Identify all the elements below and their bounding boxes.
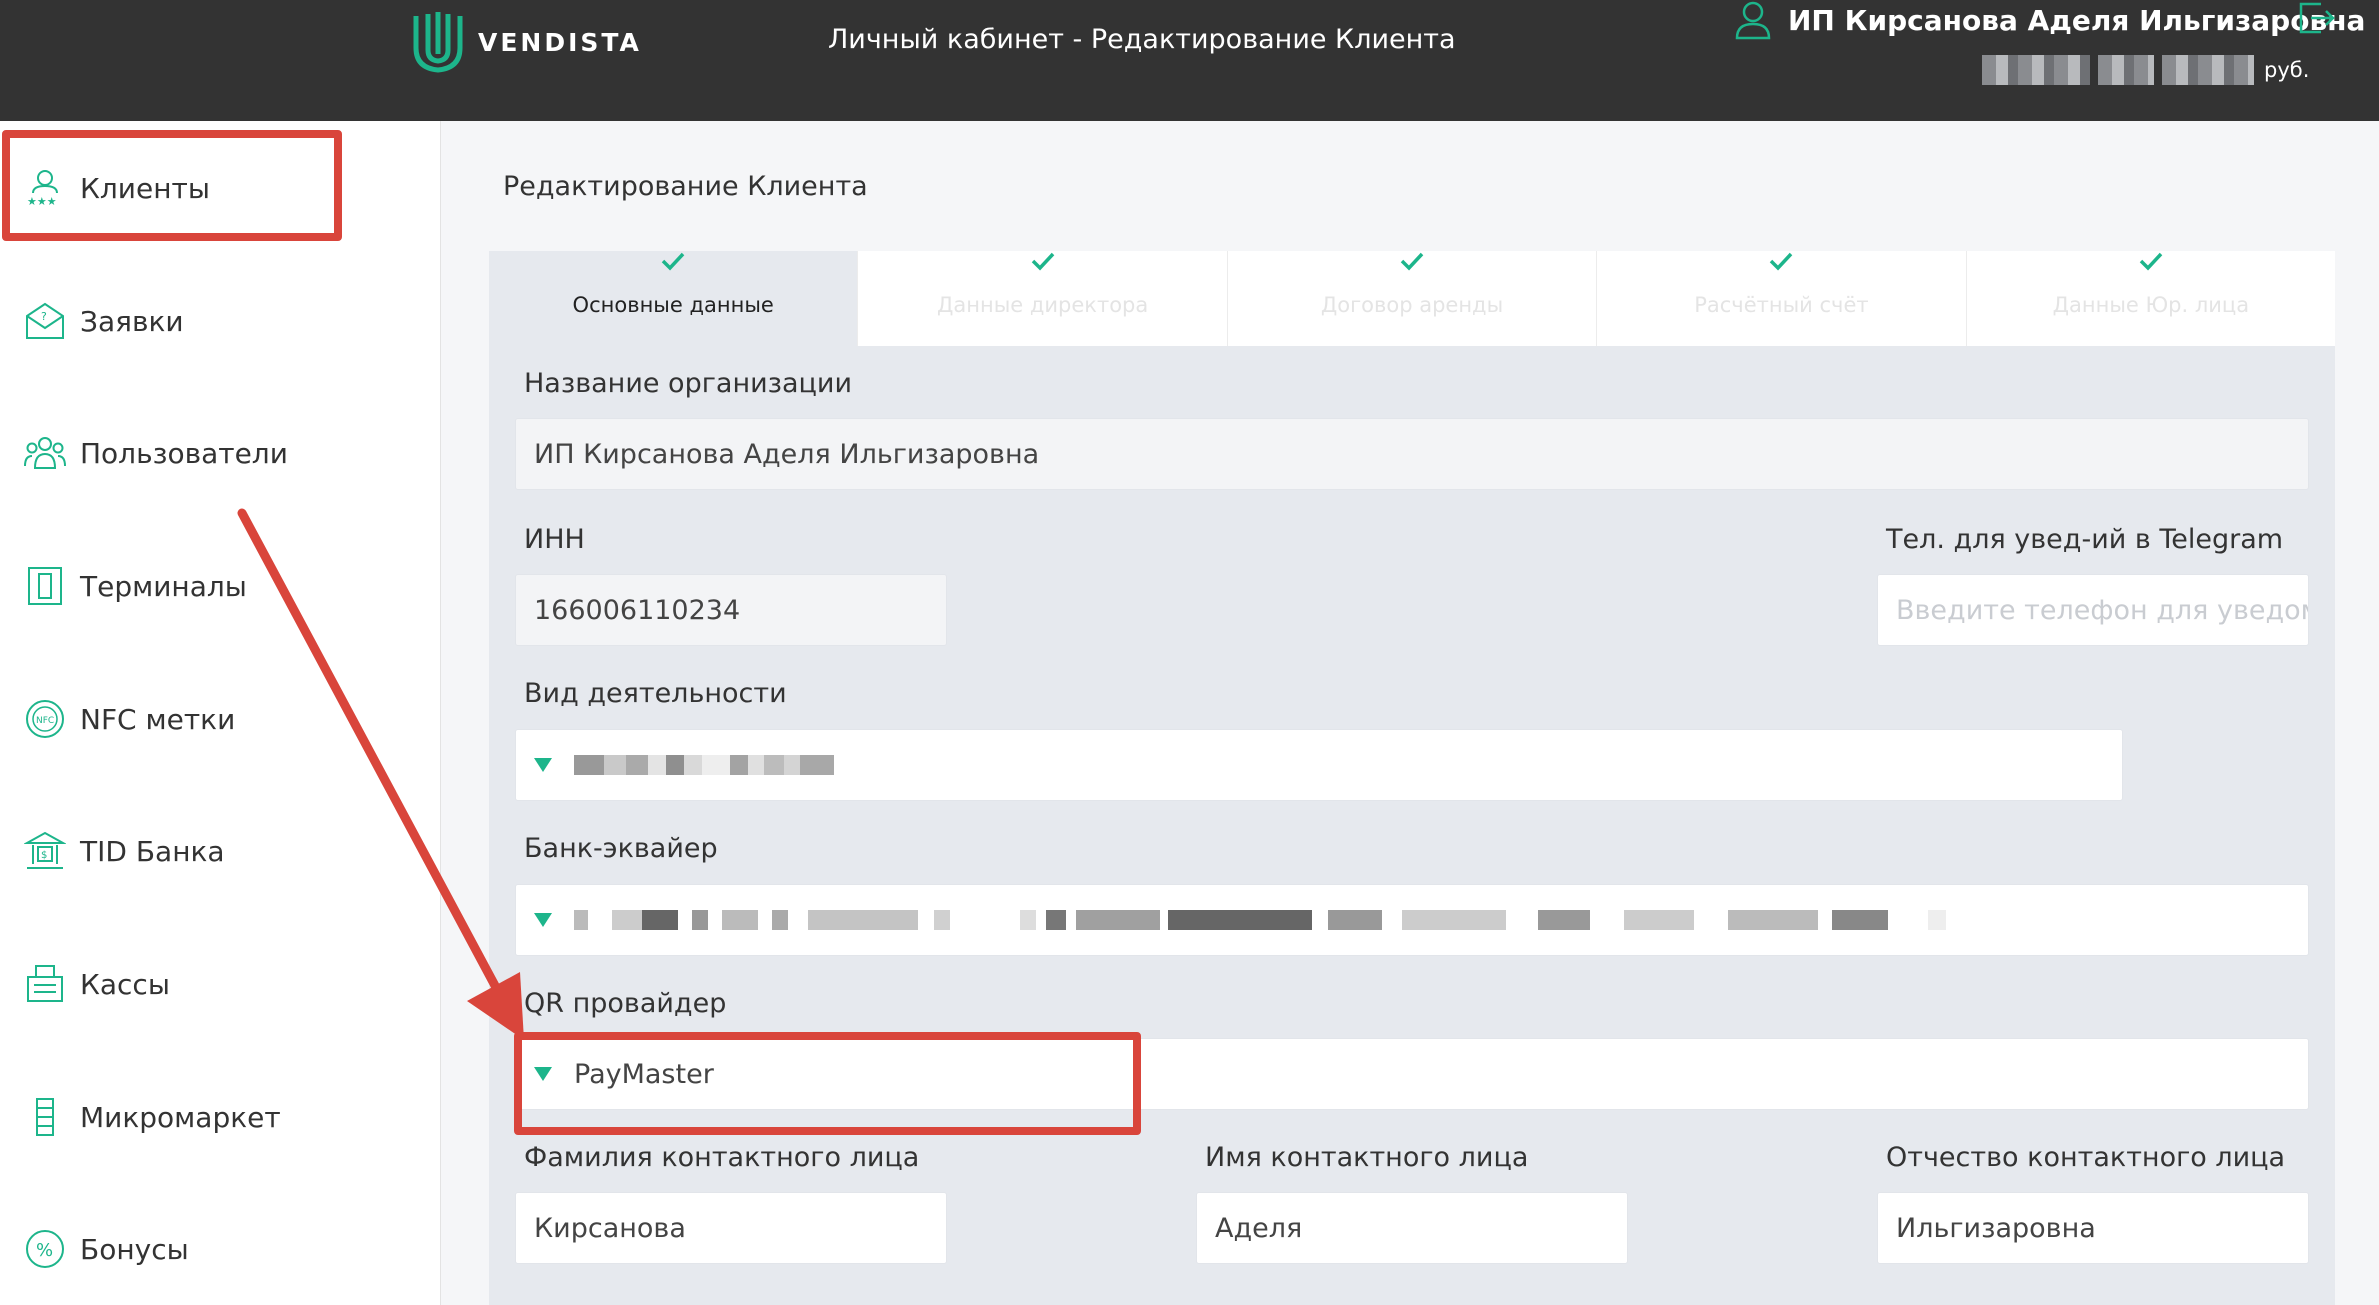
contact-first-name-value: Аделя — [1215, 1212, 1303, 1244]
qr-provider-select[interactable]: PayMaster — [515, 1038, 2309, 1110]
sidebar-item-cash-registers[interactable]: Кассы — [24, 959, 170, 1009]
check-icon — [661, 252, 685, 271]
main-content: Редактирование Клиента Основные данные Д… — [441, 121, 2379, 1305]
sidebar-item-tid-bank[interactable]: $ TID Банка — [24, 826, 225, 876]
sidebar-item-label: Заявки — [80, 304, 184, 338]
tab-legal-entity-data[interactable]: Данные Юр. лица — [1967, 251, 2335, 346]
tab-label: Данные Юр. лица — [2052, 293, 2250, 317]
telegram-phone-input[interactable]: Введите телефон для уведом — [1877, 574, 2309, 646]
logout-icon[interactable] — [2297, 0, 2337, 36]
dropdown-arrow-icon — [534, 1067, 552, 1081]
page-heading: Редактирование Клиента — [503, 171, 868, 202]
org-name-field[interactable]: ИП Кирсанова Аделя Ильгизаровна — [515, 418, 2309, 490]
nfc-icon: NFC — [26, 700, 64, 738]
tab-label: Договор аренды — [1320, 293, 1504, 317]
svg-text:★★★: ★★★ — [27, 195, 57, 208]
check-icon — [1400, 252, 1424, 271]
contact-first-name-input[interactable]: Аделя — [1196, 1192, 1628, 1264]
telegram-phone-placeholder: Введите телефон для уведом — [1896, 594, 2309, 626]
org-name-value: ИП Кирсанова Аделя Ильгизаровна — [534, 438, 1040, 470]
contact-last-name-input[interactable]: Кирсанова — [515, 1192, 947, 1264]
bank-icon: $ — [24, 831, 66, 869]
sidebar-item-users[interactable]: Пользователи — [24, 428, 288, 478]
qr-provider-label: QR провайдер — [524, 988, 727, 1019]
inn-label: ИНН — [524, 524, 585, 555]
redacted-balance — [2098, 55, 2154, 85]
sidebar-item-label: Клиенты — [80, 171, 210, 205]
sidebar-item-micromarket[interactable]: Микромаркет — [24, 1092, 281, 1142]
acquiring-bank-label: Банк-эквайер — [524, 833, 718, 864]
redacted-activity-value — [574, 755, 834, 775]
user-account[interactable]: ИП Кирсанова Аделя Ильгизаровна — [1734, 0, 2365, 40]
activity-select[interactable] — [515, 729, 2123, 801]
tab-label: Расчётный счёт — [1694, 293, 1869, 317]
contact-middle-name-input[interactable]: Ильгизаровна — [1877, 1192, 2309, 1264]
clients-icon: ★★★ — [27, 170, 58, 208]
tab-settlement-account[interactable]: Расчётный счёт — [1597, 251, 1967, 346]
sidebar-item-clients[interactable]: ★★★ Клиенты — [24, 163, 210, 213]
tab-label: Основные данные — [572, 293, 774, 317]
vendista-logo[interactable]: VENDISTA — [408, 10, 642, 74]
org-name-label: Название организации — [524, 368, 853, 399]
redacted-bank-value — [574, 910, 1946, 930]
check-icon — [1770, 252, 1793, 271]
user-name: ИП Кирсанова Аделя Ильгизаровна — [1788, 3, 2366, 37]
micromarket-icon — [36, 1098, 54, 1136]
bonus-icon: % — [26, 1230, 64, 1268]
svg-text:%: % — [36, 1240, 53, 1261]
top-header: VENDISTA Личный кабинет - Редактирование… — [0, 0, 2379, 121]
inn-field[interactable]: 166006110234 — [515, 574, 947, 646]
sidebar: ★★★ Клиенты ? Заявки Пользователи Термин… — [0, 121, 441, 1305]
cash-register-icon — [27, 965, 63, 1002]
brand-name: VENDISTA — [478, 27, 642, 57]
redacted-balance — [1982, 55, 2090, 85]
contact-middle-name-label: Отчество контактного лица — [1886, 1142, 2286, 1173]
dropdown-arrow-icon — [534, 758, 552, 772]
qr-provider-value: PayMaster — [574, 1058, 714, 1090]
svg-text:?: ? — [41, 310, 47, 323]
check-icon — [2139, 252, 2163, 271]
sidebar-item-requests[interactable]: ? Заявки — [24, 296, 184, 346]
tab-lease-contract[interactable]: Договор аренды — [1228, 251, 1598, 346]
tab-main-data[interactable]: Основные данные — [489, 251, 859, 346]
contact-first-name-label: Имя контактного лица — [1205, 1142, 1529, 1173]
tab-label: Данные директора — [936, 293, 1149, 317]
contact-last-name-value: Кирсанова — [534, 1212, 686, 1244]
terminal-icon — [28, 567, 62, 605]
tab-director-data[interactable]: Данные директора — [858, 251, 1228, 346]
step-tabs: Основные данные Данные директора Договор… — [489, 251, 2335, 346]
activity-label: Вид деятельности — [524, 678, 787, 709]
sidebar-item-terminals[interactable]: Терминалы — [24, 561, 247, 611]
user-icon — [1735, 1, 1771, 40]
sidebar-item-label: Терминалы — [80, 569, 247, 603]
svg-text:NFC: NFC — [36, 716, 54, 726]
client-form: Название организации ИП Кирсанова Аделя … — [489, 346, 2335, 1305]
dropdown-arrow-icon — [534, 913, 552, 927]
sidebar-item-bonuses[interactable]: % Бонусы — [24, 1224, 189, 1274]
vendista-logo-icon — [413, 12, 463, 73]
check-icon — [1031, 252, 1054, 271]
requests-icon: ? — [26, 302, 64, 339]
users-icon — [24, 437, 66, 469]
svg-text:$: $ — [41, 850, 47, 861]
sidebar-item-label: Пользователи — [80, 436, 288, 470]
sidebar-item-label: Бонусы — [80, 1232, 189, 1266]
telegram-phone-label: Тел. для увед-ий в Telegram — [1886, 524, 2284, 555]
sidebar-item-label: NFC метки — [80, 702, 236, 736]
sidebar-item-label: Кассы — [80, 967, 170, 1001]
sidebar-item-label: Микромаркет — [80, 1100, 281, 1134]
balance: руб. — [1982, 50, 2309, 90]
sidebar-item-label: TID Банка — [80, 834, 225, 868]
currency-label: руб. — [2264, 58, 2310, 82]
inn-value: 166006110234 — [534, 594, 741, 626]
acquiring-bank-select[interactable] — [515, 884, 2309, 956]
contact-last-name-label: Фамилия контактного лица — [524, 1142, 920, 1173]
page-title: Личный кабинет - Редактирование Клиента — [828, 24, 1456, 55]
redacted-balance — [2162, 55, 2254, 85]
contact-middle-name-value: Ильгизаровна — [1896, 1212, 2096, 1244]
sidebar-item-nfc[interactable]: NFC NFC метки — [24, 694, 235, 744]
